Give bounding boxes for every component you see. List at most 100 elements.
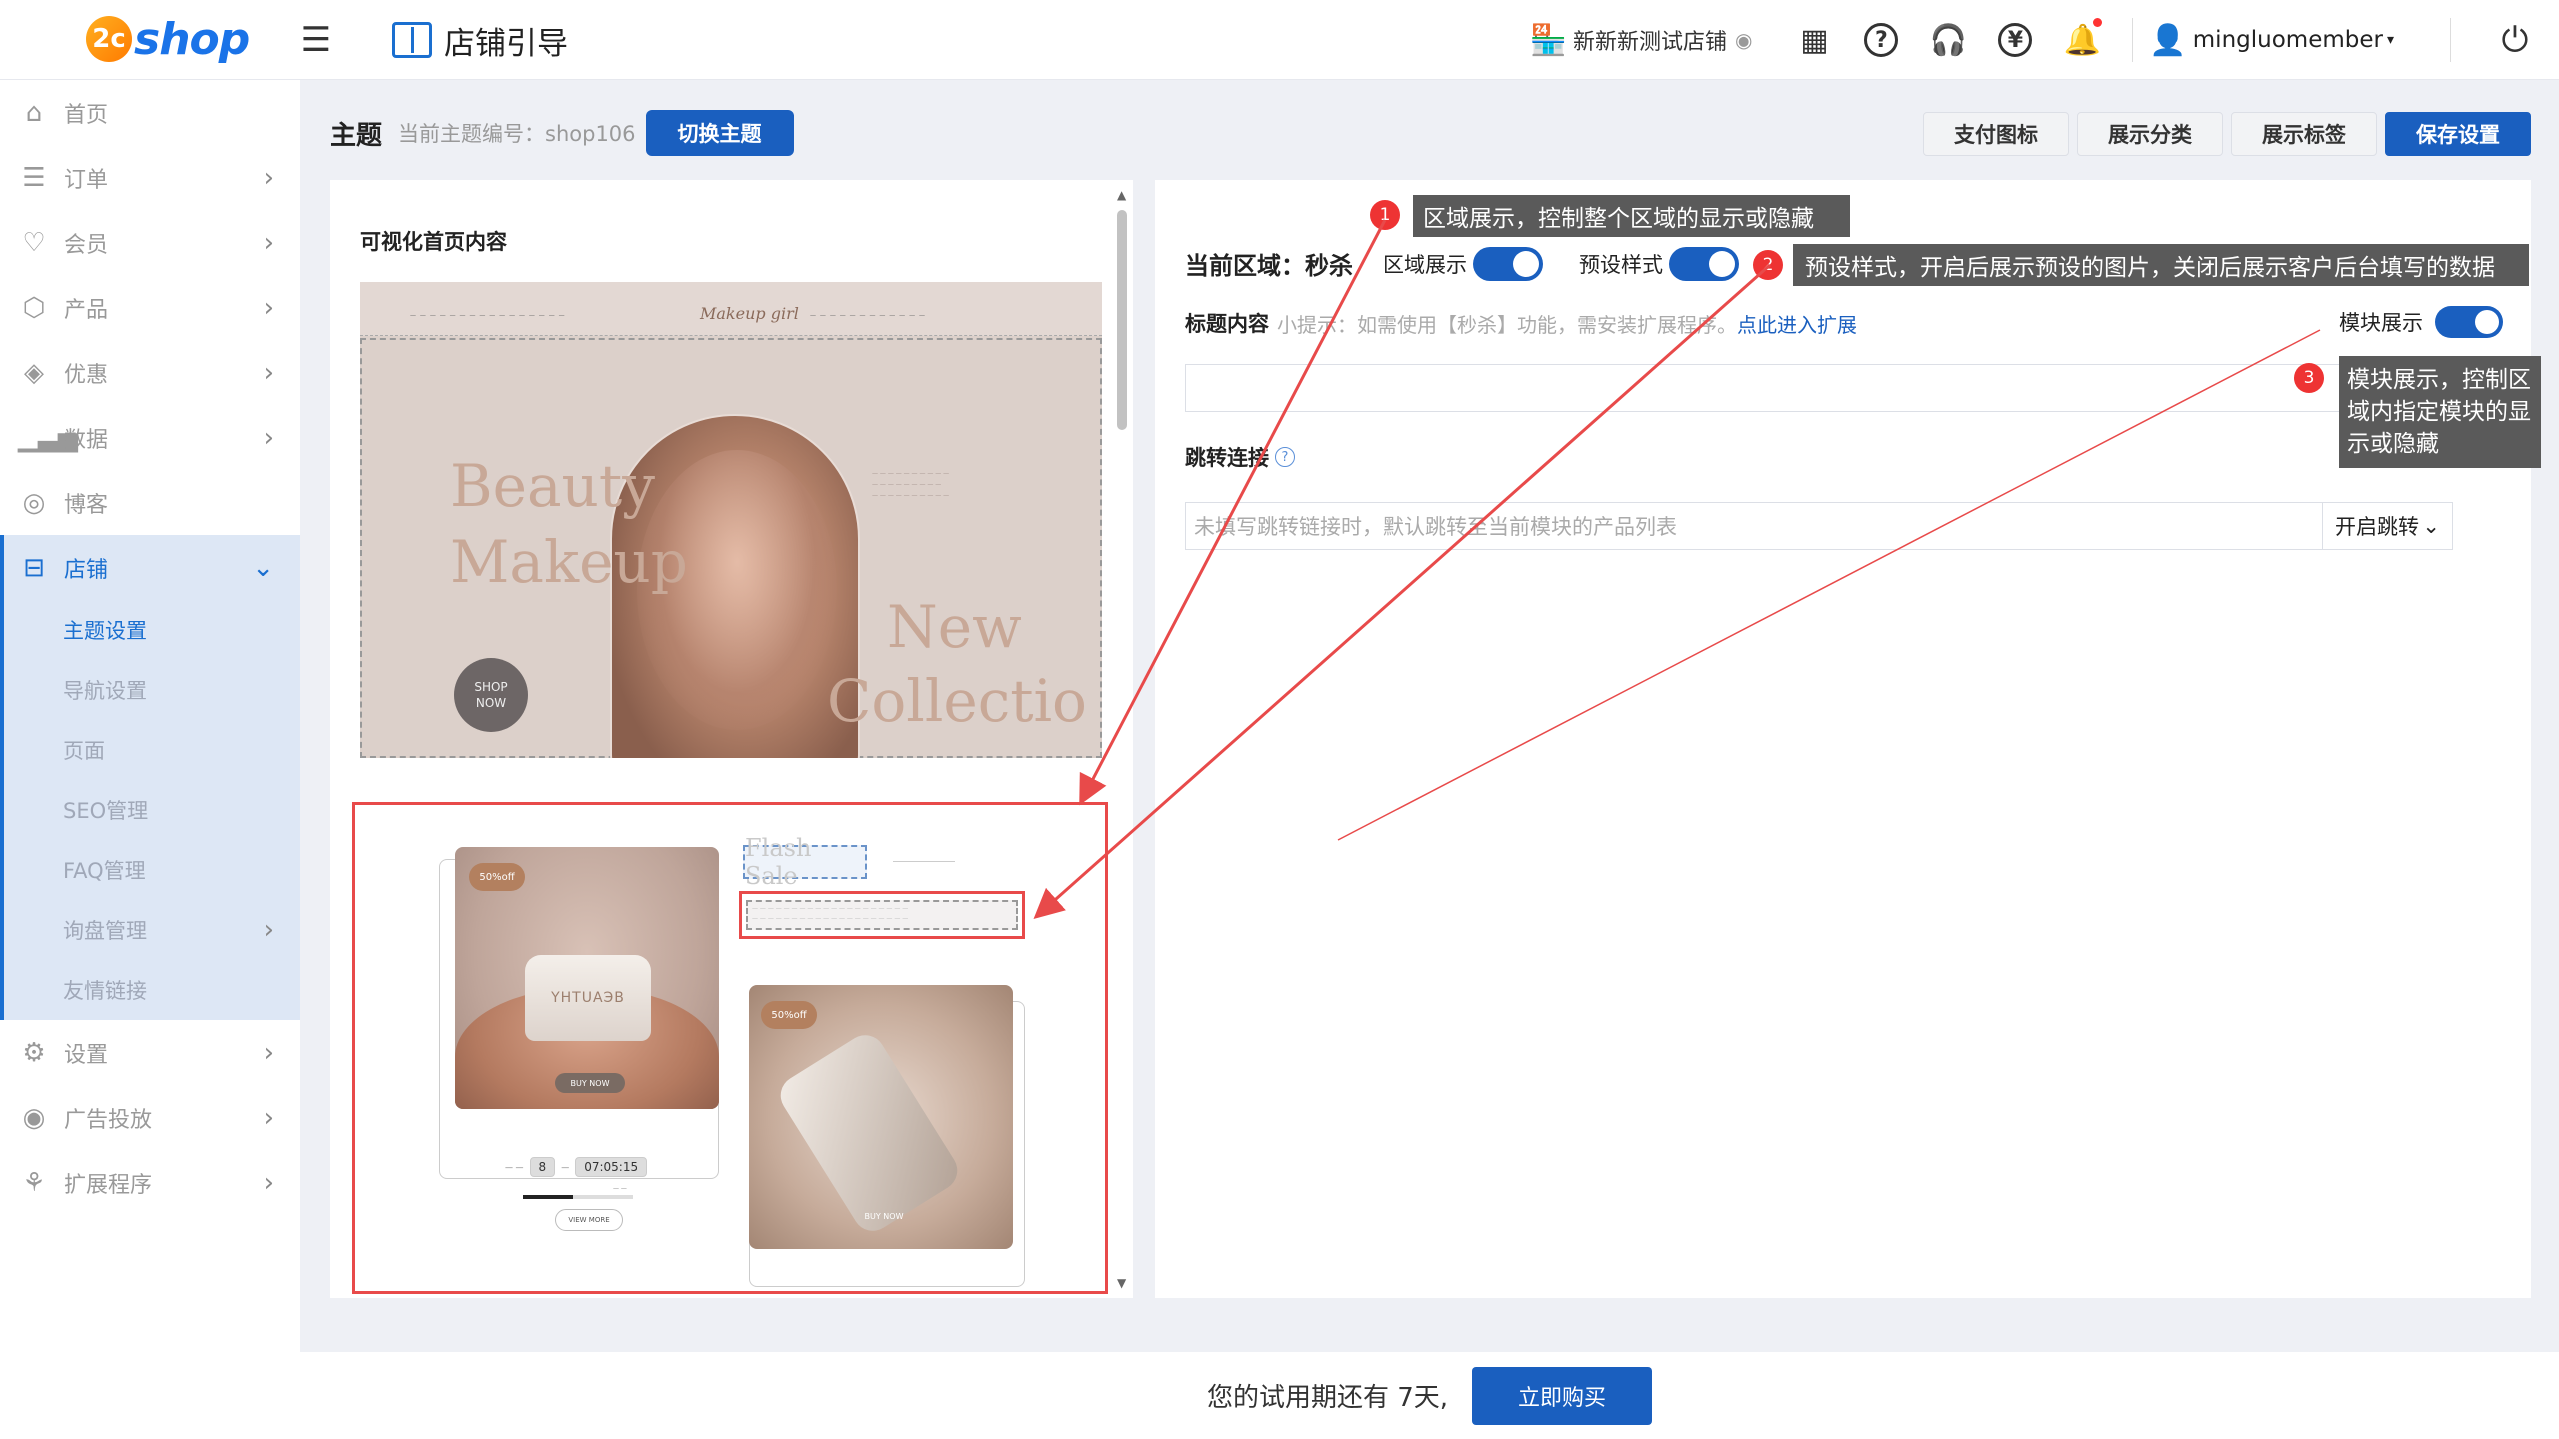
sidebar-subitem-faq[interactable]: FAQ管理 [4, 840, 300, 900]
shop-now-text: NOW [475, 696, 507, 710]
extensions-link[interactable]: 点此进入扩展 [1737, 309, 1857, 338]
sidebar-item-coupons[interactable]: ◈ 优惠 › [0, 340, 300, 405]
chevron-right-icon: › [263, 1102, 274, 1133]
hero-shop-now-button[interactable]: SHOP NOW [454, 658, 528, 732]
callout-number: 1 [1370, 200, 1400, 230]
hero-text: Makeup [450, 528, 688, 596]
sidebar-item-settings[interactable]: ⚙ 设置 › [0, 1020, 300, 1085]
top-bar: 2c shop ☰ 店铺引导 🏪 新新新测试店铺 ◉ ▦ ? 🎧 ¥ 🔔 👤 m… [0, 0, 2559, 80]
sidebar-item-store[interactable]: ⊟ 店铺 ⌄ [0, 535, 300, 600]
module-display-switch[interactable] [2435, 306, 2503, 338]
flash-sale-title[interactable]: Flash Sale [743, 834, 867, 890]
flash-sale-section-preview[interactable]: YHTUAЭB 50%off BUY NOW Flash Sale — — — … [352, 802, 1108, 1294]
callout-text: 模块展示，控制区 [2347, 367, 2531, 393]
sidebar-item-orders[interactable]: ☰ 订单 › [0, 145, 300, 210]
power-icon[interactable]: ⏻ [2497, 20, 2533, 60]
user-icon: 👤 [2149, 22, 2187, 58]
callout-region-display: 区域展示，控制整个区域的显示或隐藏 [1413, 195, 1850, 237]
switch-theme-button[interactable]: 切换主题 [645, 110, 794, 156]
region-display-switch[interactable] [1473, 246, 1543, 281]
buy-now-button[interactable]: BUY NOW [849, 1207, 919, 1225]
hero-section-preview[interactable]: — — — — — — — — — — — — — — — — Makeup g… [360, 282, 1102, 758]
help-icon[interactable]: ? [1275, 447, 1295, 467]
headset-icon[interactable]: 🎧 [1930, 22, 1967, 58]
sidebar-subitem-navigation[interactable]: 导航设置 [4, 660, 300, 720]
sold-progress-fill [523, 1195, 573, 1199]
qrcode-icon[interactable]: ▦ [1796, 22, 1832, 58]
bell-icon[interactable]: 🔔 [2064, 18, 2103, 58]
sidebar-item-label: 店铺 [64, 557, 109, 583]
help-icon[interactable]: ? [1864, 23, 1899, 57]
title-label: 标题内容 [1185, 312, 1269, 336]
nav-placeholder: — — — — — — — — — — — — — — — — [410, 312, 566, 319]
member-icon: ♡ [22, 227, 46, 258]
user-menu[interactable]: 👤 mingluomember ▾ [2149, 23, 2394, 58]
scroll-up-icon[interactable]: ▲ [1117, 188, 1126, 202]
countdown-days: 8 [529, 1157, 556, 1177]
product-image-bottle: 50%off BUY NOW [749, 985, 1013, 1249]
hero-body: Beauty Makeup — — — — — — — — — — — — — —… [360, 338, 1102, 758]
sold-progress-bar [523, 1195, 633, 1199]
trial-message: 您的试用期还有 7天, [1206, 1383, 1449, 1413]
current-region: 当前区域：秒杀 [1185, 252, 1353, 280]
sidebar-subitem-pages[interactable]: 页面 [4, 720, 300, 780]
show-categories-button[interactable]: 展示分类 [2077, 112, 2223, 156]
scroll-thumb[interactable] [1117, 210, 1127, 430]
currency-icon[interactable]: ¥ [1998, 23, 2033, 57]
preview-scrollbar[interactable]: ▲ ▼ [1115, 188, 1129, 1290]
sidebar-item-extensions[interactable]: ⚘ 扩展程序 › [0, 1150, 300, 1215]
logo[interactable]: 2c shop [86, 4, 250, 74]
jump-mode-select[interactable]: 开启跳转 ⌄ [2323, 502, 2453, 550]
flash-sale-description[interactable]: — — — — — — — — — — — — — — — — — — — — —… [746, 900, 1018, 930]
discount-badge: 50%off [761, 1001, 817, 1029]
hero-paragraph: — — — — — — — — — — — — — — — — — — — — — … [872, 470, 950, 499]
view-more-button[interactable]: VIEW MORE [555, 1209, 623, 1231]
extensions-icon: ⚘ [22, 1167, 46, 1198]
settings-panel: 当前区域：秒杀 区域展示 预设样式 标题内容 小提示：如需使用【秒杀】功能，需安… [1155, 180, 2531, 1298]
logo-text: shop [134, 13, 250, 65]
divider [2132, 18, 2134, 62]
payment-icons-button[interactable]: 支付图标 [1923, 112, 2069, 156]
callout-module-display: 模块展示，控制区 域内指定模块的显 示或隐藏 [2339, 356, 2541, 468]
store-guide[interactable]: 店铺引导 [392, 14, 568, 66]
show-tags-button[interactable]: 展示标签 [2231, 112, 2377, 156]
menu-toggle-icon[interactable]: ☰ [296, 20, 336, 60]
sidebar-item-label: 优惠 [64, 362, 109, 388]
hero-text: New [887, 593, 1022, 661]
preview-title: 可视化首页内容 [360, 230, 507, 254]
product-image-cream: YHTUAЭB 50%off BUY NOW [455, 847, 719, 1109]
sidebar-item-label: 博客 [64, 492, 109, 518]
sidebar-item-blog[interactable]: ◎ 博客 [0, 470, 300, 535]
sidebar-item-members[interactable]: ♡ 会员 › [0, 210, 300, 275]
sidebar-item-home[interactable]: ⌂ 首页 [0, 80, 300, 145]
preset-style-switch[interactable] [1669, 246, 1739, 281]
jump-link-input[interactable]: 未填写跳转链接时，默认跳转至当前模块的产品列表 [1185, 502, 2323, 550]
scroll-down-icon[interactable]: ▼ [1117, 1276, 1126, 1290]
preset-toggle-label: 预设样式 [1579, 252, 1663, 277]
home-icon: ⌂ [25, 97, 43, 128]
sidebar-item-label: 首页 [64, 102, 109, 128]
buy-now-button[interactable]: BUY NOW [555, 1073, 625, 1093]
divider [2450, 18, 2451, 62]
sidebar-item-label: 订单 [64, 167, 109, 193]
storefront-icon: 🏪 [1529, 22, 1567, 58]
sidebar-subitem-inquiry[interactable]: 询盘管理 › [4, 900, 300, 960]
buy-now-button[interactable]: 立即购买 [1472, 1366, 1653, 1425]
top-right-actions: 🏪 新新新测试店铺 ◉ ▦ ? 🎧 ¥ 🔔 👤 mingluomember ▾ … [1530, 0, 2559, 80]
sidebar-item-products[interactable]: ⬡ 产品 › [0, 275, 300, 340]
hero-text: Beauty [450, 452, 655, 520]
sidebar-subitem-seo[interactable]: SEO管理 [4, 780, 300, 840]
sidebar-subitem-links[interactable]: 友情链接 [4, 960, 300, 1020]
sidebar-subitem-theme[interactable]: 主题设置 [4, 600, 300, 660]
sidebar-item-label: 数据 [64, 427, 109, 453]
flash-sale-description-highlight: — — — — — — — — — — — — — — — — — — — — —… [739, 891, 1025, 939]
eye-icon[interactable]: ◉ [1735, 28, 1752, 52]
chevron-right-icon: › [263, 1167, 274, 1198]
sidebar-item-ads[interactable]: ◉ 广告投放 › [0, 1085, 300, 1150]
store-switcher[interactable]: 🏪 新新新测试店铺 ◉ [1530, 23, 1753, 58]
save-settings-button[interactable]: 保存设置 [2385, 112, 2531, 156]
chevron-right-icon: › [263, 422, 274, 453]
sidebar-item-data[interactable]: ▁▃▅ 数据 › [0, 405, 300, 470]
callout-text: 区域展示，控制整个区域的显示或隐藏 [1423, 206, 1814, 232]
header-actions: 支付图标 展示分类 展示标签 保存设置 [1915, 112, 2531, 156]
